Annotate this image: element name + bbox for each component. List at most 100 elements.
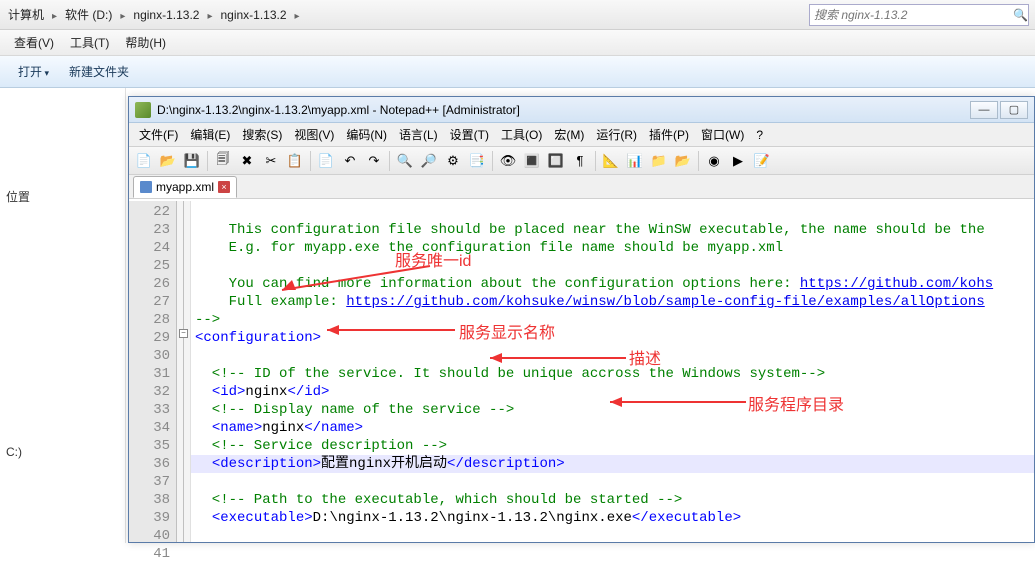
toolbar-button[interactable]: 🔍 [394, 150, 416, 172]
editor-area[interactable]: 2223242526272829303132333435363738394041… [129, 201, 1034, 542]
code-line[interactable] [191, 473, 1034, 491]
search-input[interactable] [810, 8, 1013, 22]
code-area[interactable]: This configuration file should be placed… [191, 201, 1034, 542]
menu-view[interactable]: 查看(V) [6, 34, 62, 51]
line-number: 31 [129, 365, 176, 383]
line-number-gutter: 2223242526272829303132333435363738394041 [129, 201, 177, 542]
code-line[interactable]: <executable>D:\nginx-1.13.2\nginx-1.13.2… [191, 509, 1034, 527]
toolbar-button[interactable]: 📝 [751, 150, 773, 172]
code-line[interactable]: E.g. for myapp.exe the configuration fil… [191, 239, 1034, 257]
menu-tools[interactable]: 工具(O) [495, 126, 548, 143]
code-line[interactable]: <!-- Display name of the service --> [191, 401, 1034, 419]
explorer-search[interactable]: 🔍 [809, 4, 1029, 26]
line-number: 40 [129, 527, 176, 545]
breadcrumb-item[interactable]: 软件 (D:) [63, 6, 114, 23]
toolbar-button[interactable]: ✂ [260, 150, 282, 172]
open-button[interactable]: 打开 [8, 63, 59, 80]
line-number: 35 [129, 437, 176, 455]
menu-run[interactable]: 运行(R) [590, 126, 643, 143]
minimize-button[interactable]: — [970, 101, 998, 119]
code-line[interactable]: <!-- Service description --> [191, 437, 1034, 455]
toolbar-button[interactable]: 📄 [315, 150, 337, 172]
menu-tools[interactable]: 工具(T) [62, 34, 117, 51]
code-line[interactable]: <!-- ID of the service. It should be uni… [191, 365, 1034, 383]
toolbar-button[interactable]: ▶ [727, 150, 749, 172]
menu-help[interactable]: 帮助(H) [117, 34, 174, 51]
menu-macro[interactable]: 宏(M) [548, 126, 590, 143]
toolbar-button[interactable]: 📂 [672, 150, 694, 172]
toolbar-button[interactable]: ¶ [569, 150, 591, 172]
code-line[interactable]: <description>配置nginx开机启动</description> [191, 455, 1034, 473]
code-line[interactable]: You can find more information about the … [191, 275, 1034, 293]
toolbar-button[interactable]: ⚙ [442, 150, 464, 172]
code-line[interactable]: Full example: https://github.com/kohsuke… [191, 293, 1034, 311]
toolbar-button[interactable]: 🔲 [545, 150, 567, 172]
toolbar-button[interactable]: ↷ [363, 150, 385, 172]
line-number: 39 [129, 509, 176, 527]
line-number: 33 [129, 401, 176, 419]
notepad-window: D:\nginx-1.13.2\nginx-1.13.2\myapp.xml -… [128, 96, 1035, 543]
code-line[interactable]: <!-- Path to the executable, which shoul… [191, 491, 1034, 509]
fold-toggle-icon[interactable]: − [179, 329, 188, 338]
toolbar-button[interactable]: 📄 [133, 150, 155, 172]
toolbar-button[interactable]: 📊 [624, 150, 646, 172]
explorer-toolbar: 打开 新建文件夹 [0, 56, 1035, 88]
new-folder-button[interactable]: 新建文件夹 [59, 63, 139, 80]
code-line[interactable]: <id>nginx</id> [191, 383, 1034, 401]
sidebar-label: 位置 [6, 188, 119, 205]
menu-file[interactable]: 文件(F) [133, 126, 184, 143]
toolbar-button[interactable]: ↶ [339, 150, 361, 172]
line-number: 41 [129, 545, 176, 563]
toolbar-button[interactable]: 🗐 [212, 150, 234, 172]
maximize-button[interactable]: ▢ [1000, 101, 1028, 119]
code-line[interactable]: This configuration file should be placed… [191, 221, 1034, 239]
breadcrumb[interactable]: 计算机 软件 (D:) nginx-1.13.2 nginx-1.13.2 [6, 6, 803, 23]
code-line[interactable] [191, 203, 1034, 221]
explorer-sidebar: 位置 C:) [0, 88, 126, 543]
toolbar-button[interactable]: ◉ [703, 150, 725, 172]
titlebar[interactable]: D:\nginx-1.13.2\nginx-1.13.2\myapp.xml -… [129, 97, 1034, 123]
breadcrumb-item[interactable]: nginx-1.13.2 [131, 8, 201, 22]
toolbar-button[interactable]: 🔳 [521, 150, 543, 172]
toolbar-button[interactable]: 📑 [466, 150, 488, 172]
menu-plugins[interactable]: 插件(P) [643, 126, 695, 143]
toolbar-button[interactable]: 🔎 [418, 150, 440, 172]
menu-language[interactable]: 语言(L) [393, 126, 444, 143]
menu-view[interactable]: 视图(V) [288, 126, 340, 143]
file-tab[interactable]: myapp.xml × [133, 176, 237, 198]
breadcrumb-item[interactable]: nginx-1.13.2 [218, 8, 288, 22]
line-number: 34 [129, 419, 176, 437]
line-number: 37 [129, 473, 176, 491]
toolbar-button[interactable]: 📋 [284, 150, 306, 172]
code-line[interactable] [191, 257, 1034, 275]
code-line[interactable]: <name>nginx</name> [191, 419, 1034, 437]
toolbar-button[interactable]: 📂 [157, 150, 179, 172]
line-number: 29 [129, 329, 176, 347]
menu-help[interactable]: ? [750, 128, 769, 142]
npp-menubar: 文件(F) 编辑(E) 搜索(S) 视图(V) 编码(N) 语言(L) 设置(T… [129, 123, 1034, 147]
menu-edit[interactable]: 编辑(E) [184, 126, 236, 143]
line-number: 32 [129, 383, 176, 401]
menu-encoding[interactable]: 编码(N) [340, 126, 393, 143]
tab-bar: myapp.xml × [129, 175, 1034, 199]
line-number: 23 [129, 221, 176, 239]
toolbar-button[interactable]: 📁 [648, 150, 670, 172]
npp-toolbar: 📄📂💾🗐✖✂📋📄↶↷🔍🔎⚙📑👁🔳🔲¶📐📊📁📂◉▶📝 [129, 147, 1034, 175]
search-icon[interactable]: 🔍 [1013, 8, 1028, 22]
breadcrumb-item[interactable]: 计算机 [6, 6, 46, 23]
menu-window[interactable]: 窗口(W) [695, 126, 750, 143]
code-line[interactable] [191, 347, 1034, 365]
fold-column[interactable]: − [177, 201, 191, 542]
toolbar-button[interactable]: 📐 [600, 150, 622, 172]
toolbar-button[interactable]: 👁 [497, 150, 519, 172]
tab-close-icon[interactable]: × [218, 181, 230, 193]
code-line[interactable]: --> [191, 311, 1034, 329]
toolbar-button[interactable]: 💾 [181, 150, 203, 172]
window-title: D:\nginx-1.13.2\nginx-1.13.2\myapp.xml -… [157, 103, 520, 117]
toolbar-button[interactable]: ✖ [236, 150, 258, 172]
code-line[interactable]: <configuration> [191, 329, 1034, 347]
menu-search[interactable]: 搜索(S) [236, 126, 288, 143]
code-line[interactable] [191, 527, 1034, 542]
menu-settings[interactable]: 设置(T) [444, 126, 495, 143]
line-number: 24 [129, 239, 176, 257]
